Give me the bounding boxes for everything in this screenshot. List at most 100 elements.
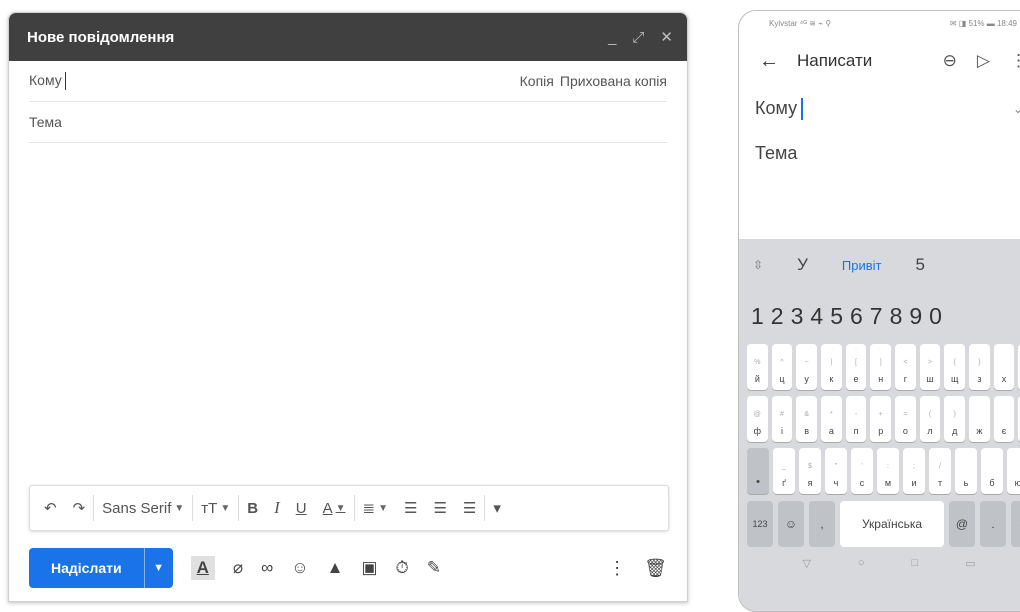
chevron-down-icon[interactable]: ⌄ xyxy=(1013,102,1020,116)
key[interactable]: ю xyxy=(1007,448,1020,494)
key-4[interactable]: 4 xyxy=(810,303,823,330)
key[interactable]: ) д xyxy=(944,396,966,442)
to-field[interactable]: Кому xyxy=(29,72,66,91)
close-icon[interactable]: ✕ xyxy=(660,30,673,45)
key[interactable]: + р xyxy=(870,396,892,442)
bold-button[interactable]: B xyxy=(239,500,266,517)
mobile-subject-row[interactable]: Тема xyxy=(739,131,1020,175)
subject-row[interactable]: Тема xyxy=(29,102,667,143)
key-8[interactable]: 8 xyxy=(890,303,903,330)
emoji-icon[interactable]: ☺ xyxy=(291,558,308,578)
key-9[interactable]: 9 xyxy=(909,303,922,330)
mobile-to-row[interactable]: Кому ⌄ xyxy=(739,87,1020,131)
space-key[interactable]: Українська xyxy=(840,501,944,547)
key[interactable]: х xyxy=(993,344,1015,390)
align-button[interactable]: ≣ ▼ xyxy=(355,499,396,517)
to-row[interactable]: Кому Копія Прихована копія xyxy=(29,61,667,102)
underline-button[interactable]: U xyxy=(288,500,315,517)
key[interactable]: :м xyxy=(877,448,899,494)
key[interactable]: _ ґ xyxy=(773,448,795,494)
key[interactable]: ь xyxy=(955,448,977,494)
formatting-options-icon[interactable]: A xyxy=(190,556,215,580)
suggestion-item[interactable]: Привіт xyxy=(842,258,882,273)
attach-file-icon[interactable]: ⌀ xyxy=(233,558,243,578)
key[interactable]: = о xyxy=(895,396,916,442)
key[interactable]: ] н xyxy=(870,344,892,390)
key[interactable]: ' с xyxy=(851,448,873,494)
at-key[interactable]: @ xyxy=(949,501,975,547)
enter-key-icon[interactable]: ↵ xyxy=(1011,501,1020,547)
period-key[interactable]: . xyxy=(980,501,1006,547)
nav-home-icon[interactable]: ○ xyxy=(858,557,865,569)
keyboard-switch-icon[interactable]: ▭ xyxy=(965,557,975,570)
key[interactable]: є xyxy=(993,396,1015,442)
mobile-subject-field[interactable]: Тема xyxy=(755,143,797,164)
emoji-key-icon[interactable]: ☺ xyxy=(778,501,804,547)
key[interactable]: & в xyxy=(796,396,818,442)
key[interactable]: (л xyxy=(919,396,941,442)
indent-icon[interactable]: ☰ xyxy=(455,499,484,517)
mobile-to-field[interactable]: Кому xyxy=(755,98,804,121)
send-icon[interactable]: ▷ xyxy=(977,51,990,71)
key[interactable]: ^ ц xyxy=(771,344,793,390)
key-3[interactable]: 3 xyxy=(791,303,804,330)
suggestion-item[interactable]: У xyxy=(797,255,808,275)
discard-draft-icon[interactable]: 🗑 xyxy=(644,558,667,579)
key[interactable]: @ ф xyxy=(747,396,768,442)
italic-button[interactable]: I xyxy=(266,498,288,518)
send-button[interactable]: Надіслати xyxy=(29,548,144,588)
font-family-select[interactable]: Sans Serif ▼ xyxy=(94,500,192,517)
redo-icon[interactable]: ↷ xyxy=(65,499,94,517)
symbols-key[interactable]: 123 xyxy=(747,501,773,547)
key[interactable]: ~ у xyxy=(796,344,818,390)
minimize-icon[interactable]: _ xyxy=(608,30,616,45)
confidential-mode-icon[interactable]: ⏱ xyxy=(396,558,409,578)
key[interactable]: [е xyxy=(845,344,867,390)
key-5[interactable]: 5 xyxy=(830,303,843,330)
insert-link-icon[interactable]: ∞ xyxy=(261,558,273,578)
drive-icon[interactable]: ▲ xyxy=(327,558,344,578)
insert-photo-icon[interactable]: ▣ xyxy=(361,558,377,578)
key[interactable]: } з xyxy=(969,344,990,390)
nav-back-icon[interactable]: ▽ xyxy=(802,557,810,570)
key[interactable]: {щ xyxy=(944,344,966,390)
key[interactable]: ; и xyxy=(903,448,925,494)
key[interactable]: -п xyxy=(845,396,867,442)
key[interactable]: # і xyxy=(771,396,793,442)
cc-link[interactable]: Копія xyxy=(520,73,554,89)
subject-field[interactable]: Тема xyxy=(29,114,62,130)
comma-key[interactable]: , xyxy=(809,501,835,547)
key[interactable]: / т xyxy=(929,448,951,494)
font-size-select[interactable]: тT ▼ xyxy=(193,500,238,517)
attach-icon[interactable]: ⊖ xyxy=(943,51,957,71)
key-0[interactable]: 0 xyxy=(929,303,942,330)
more-options-icon[interactable]: ⋮ xyxy=(608,558,626,579)
more-options-icon[interactable]: ⋮ xyxy=(1010,51,1020,71)
key[interactable]: $ я xyxy=(799,448,821,494)
key-2[interactable]: 2 xyxy=(771,303,784,330)
key-1[interactable]: 1 xyxy=(751,303,764,330)
suggestion-item[interactable]: 5 xyxy=(915,255,924,275)
expand-icon[interactable]: ⇳ xyxy=(753,258,763,272)
message-body[interactable] xyxy=(29,153,667,483)
more-formatting-icon[interactable]: ▾ xyxy=(485,499,509,517)
key[interactable]: > ш xyxy=(919,344,941,390)
nav-recents-icon[interactable]: □ xyxy=(912,557,919,569)
undo-icon[interactable]: ↶ xyxy=(36,499,65,517)
fullscreen-icon[interactable]: ⤢ xyxy=(632,30,644,45)
shift-key[interactable]: • xyxy=(747,448,769,494)
key-6[interactable]: 6 xyxy=(850,303,863,330)
send-options-icon[interactable]: ▼ xyxy=(143,548,173,588)
bulleted-list-icon[interactable]: ☰ xyxy=(425,499,454,517)
key[interactable]: " ч xyxy=(825,448,847,494)
key[interactable]: < г xyxy=(895,344,916,390)
key[interactable]: б xyxy=(981,448,1003,494)
key[interactable]: % й xyxy=(747,344,768,390)
back-arrow-icon[interactable]: ← xyxy=(759,50,779,73)
bcc-link[interactable]: Прихована копія xyxy=(560,73,667,89)
key[interactable]: | к xyxy=(821,344,842,390)
key[interactable]: * а xyxy=(821,396,842,442)
key-7[interactable]: 7 xyxy=(870,303,883,330)
key[interactable]: ж xyxy=(969,396,990,442)
text-color-button[interactable]: A ▼ xyxy=(315,500,354,517)
